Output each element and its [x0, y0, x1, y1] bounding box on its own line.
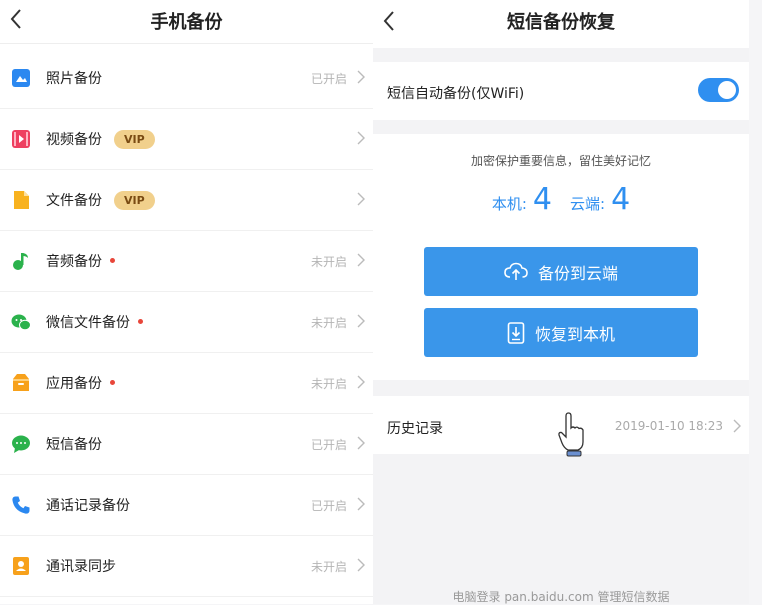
new-dot	[138, 319, 143, 324]
footer-note: 电脑登录 pan.baidu.com 管理短信数据	[452, 590, 670, 604]
vip-badge: VIP	[114, 191, 155, 210]
promo-text: 加密保护重要信息，留住美好记忆	[470, 154, 651, 168]
toggle-knob	[718, 81, 736, 99]
backup-status: 已开启	[310, 438, 347, 452]
backup-item-label: 短信备份	[46, 437, 102, 453]
backup-item[interactable]: 视频备份 VIP	[0, 109, 373, 170]
sms-backup-panel: 短信备份恢复 短信自动备份(仅WiFi) 加密保护重要信息，留住美好记忆 本机:…	[373, 0, 749, 604]
cloud-label: 云端:	[570, 195, 606, 213]
backup-to-cloud-button[interactable]: 备份到云端	[424, 247, 698, 296]
backup-status: 未开启	[310, 255, 347, 269]
backup-item-label: 照片备份	[46, 71, 102, 87]
auto-backup-label: 短信自动备份(仅WiFi)	[387, 86, 525, 102]
page-title: 短信备份恢复	[507, 12, 615, 33]
backup-item-label: 通话记录备份	[46, 498, 130, 514]
backup-status: 已开启	[310, 72, 347, 86]
right-header: 短信备份恢复	[373, 0, 749, 48]
backup-status: 未开启	[310, 316, 347, 330]
backup-item-label: 文件备份	[46, 193, 102, 209]
app-box-icon	[13, 374, 29, 391]
backup-item[interactable]: 微信文件备份 未开启	[0, 292, 373, 353]
chevron-right-icon	[357, 497, 365, 511]
left-header: 手机备份	[0, 0, 373, 44]
backup-item-label: 音频备份	[46, 254, 102, 270]
contacts-icon	[13, 557, 29, 575]
backup-button-label: 备份到云端	[537, 263, 618, 283]
chevron-right-icon	[357, 192, 365, 206]
chevron-right-icon	[733, 419, 741, 433]
cloud-count: 4	[611, 182, 631, 217]
backup-item[interactable]: 照片备份 已开启	[0, 48, 373, 109]
vip-badge: VIP	[114, 130, 155, 149]
chevron-right-icon	[357, 375, 365, 389]
history-date: 2019-01-10 18:23	[614, 419, 723, 433]
phone-icon	[12, 496, 30, 514]
backup-item[interactable]: 应用备份 未开启	[0, 353, 373, 414]
auto-backup-toggle[interactable]	[698, 78, 739, 102]
file-icon	[14, 191, 29, 209]
backup-status: 未开启	[310, 560, 347, 574]
wechat-icon	[11, 314, 31, 331]
chevron-right-icon	[357, 131, 365, 145]
chevron-right-icon	[357, 70, 365, 84]
cloud-upload-icon	[504, 262, 528, 280]
backup-item[interactable]: 通话记录备份 已开启	[0, 475, 373, 536]
new-dot	[110, 380, 115, 385]
local-count: 4	[532, 182, 552, 217]
video-icon	[12, 130, 30, 148]
backup-summary-card: 加密保护重要信息，留住美好记忆 本机: 4 云端: 4 备份到云端 恢复到本机	[373, 134, 749, 380]
count-row: 本机: 4 云端: 4	[373, 182, 749, 217]
new-dot	[110, 258, 115, 263]
screen: 手机备份 照片备份 已开启 视频备份 VIP 文件备份 VIP 音频备份 未开启 微信文件备份未…	[0, 0, 762, 604]
chevron-right-icon	[357, 558, 365, 572]
backup-item[interactable]: 文件备份 VIP	[0, 170, 373, 231]
backup-item-label: 视频备份	[46, 132, 102, 148]
backup-item-label: 微信文件备份	[46, 315, 130, 331]
phone-download-icon	[507, 321, 525, 344]
backup-item[interactable]: 短信备份 已开启	[0, 414, 373, 475]
phone-backup-panel: 手机备份 照片备份 已开启 视频备份 VIP 文件备份 VIP 音频备份 未开启 微信文件备份未…	[0, 0, 373, 604]
restore-button-label: 恢复到本机	[534, 324, 615, 344]
local-label: 本机:	[491, 195, 527, 213]
chevron-right-icon	[357, 314, 365, 328]
message-icon	[12, 435, 30, 453]
restore-to-device-button[interactable]: 恢复到本机	[424, 308, 698, 357]
backup-item[interactable]: 音频备份 未开启	[0, 231, 373, 292]
auto-backup-row: 短信自动备份(仅WiFi)	[373, 62, 749, 120]
chevron-right-icon	[357, 253, 365, 267]
photo-icon	[12, 69, 30, 87]
backup-item-label: 通讯录同步	[46, 559, 116, 575]
backup-status: 已开启	[310, 499, 347, 513]
chevron-right-icon	[357, 436, 365, 450]
history-label: 历史记录	[387, 421, 443, 437]
hand-cursor-icon	[558, 412, 584, 457]
music-icon	[13, 253, 28, 270]
backup-item-label: 应用备份	[46, 376, 102, 392]
backup-status: 未开启	[310, 377, 347, 391]
backup-item[interactable]: 通讯录同步 未开启	[0, 536, 373, 597]
page-title: 手机备份	[150, 12, 223, 33]
